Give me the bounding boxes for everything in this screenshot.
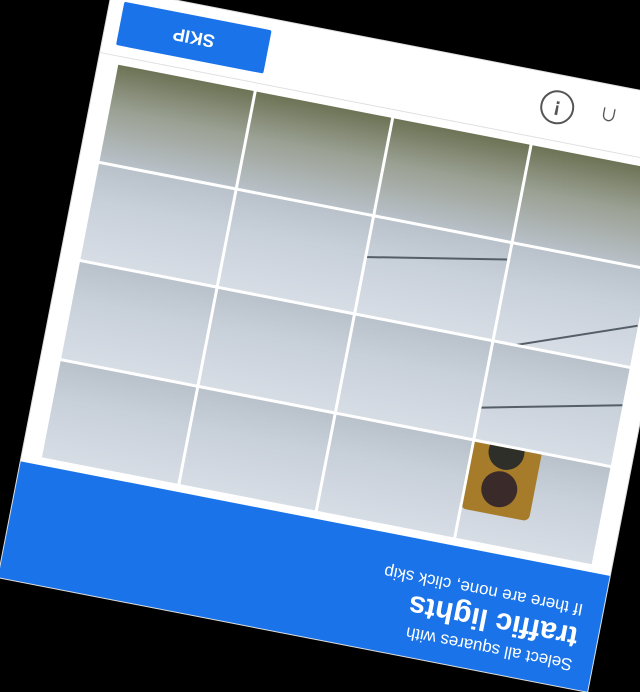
headphones-icon[interactable]: ∩: [588, 97, 628, 137]
power-line: [475, 404, 623, 410]
red-lamp: [478, 468, 521, 511]
skip-button[interactable]: SKIP: [116, 1, 272, 74]
captcha-card: Select all squares with traffic lights I…: [0, 0, 640, 692]
traffic-light: [459, 441, 552, 522]
power-line: [356, 256, 508, 262]
info-icon[interactable]: !: [537, 87, 578, 128]
